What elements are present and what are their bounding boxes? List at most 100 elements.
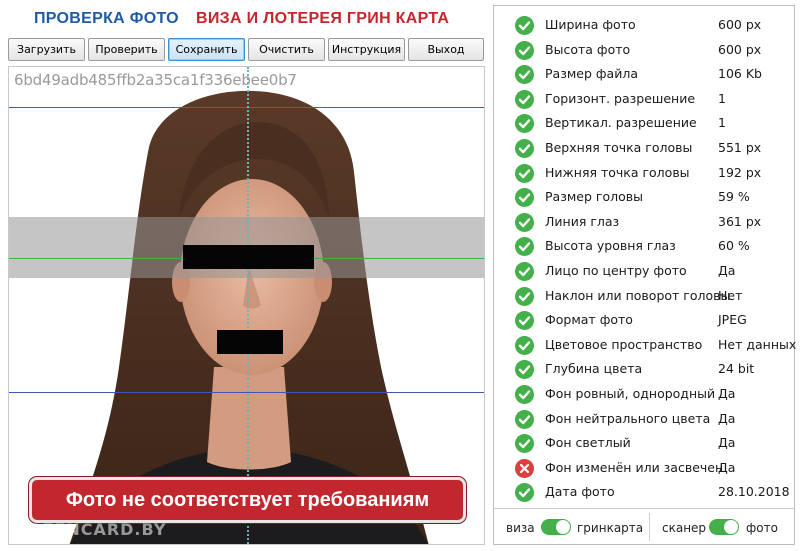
result-row: Фон изменён или засвечен Да — [494, 456, 794, 481]
result-row: Горизонт. разрешение 1 — [494, 87, 794, 112]
result-label: Наклон или поворот головы — [545, 287, 731, 303]
check-circle-icon — [515, 384, 534, 404]
result-row: Размер головы 59 % — [494, 185, 794, 210]
mode-toggle-bar: виза гринкарта сканер фото — [494, 508, 794, 544]
result-label: Фон нейтрального цвета — [545, 410, 711, 426]
check-button[interactable]: Проверить — [88, 38, 165, 61]
watermark: GREENCARD.BY — [15, 520, 167, 539]
result-label: Линия глаз — [545, 213, 620, 229]
result-value: Да — [718, 262, 736, 278]
switch-knob — [724, 520, 738, 534]
result-row: Ширина фото 600 px — [494, 13, 794, 38]
center-line — [247, 67, 249, 544]
result-row: Высота уровня глаз 60 % — [494, 234, 794, 259]
result-row: Наклон или поворот головы Нет — [494, 284, 794, 309]
clear-button[interactable]: Очистить — [248, 38, 325, 61]
result-value: 59 % — [718, 189, 750, 205]
result-row: Лицо по центру фото Да — [494, 259, 794, 284]
result-label: Высота фото — [545, 41, 631, 57]
photo-hash: 6bd49adb485ffb2a35ca1f336ebee0b7 — [14, 71, 297, 89]
toggle-divider — [649, 513, 650, 541]
result-value: 60 % — [718, 238, 750, 254]
result-value: 551 px — [718, 139, 762, 155]
toggle-scanner-label: сканер — [662, 521, 707, 535]
check-circle-icon — [515, 89, 534, 109]
check-circle-icon — [515, 483, 534, 503]
result-value: Нет данных — [718, 336, 797, 352]
result-value: 361 px — [718, 213, 762, 229]
result-label: Высота уровня глаз — [545, 238, 676, 254]
check-circle-icon — [515, 65, 534, 85]
result-value: Да — [718, 410, 736, 426]
results-panel: Ширина фото 600 px Высота фото 600 px Размер… — [493, 5, 797, 545]
result-label: Горизонт. разрешение — [545, 90, 696, 106]
result-row: Цветовое пространство Нет данных — [494, 333, 797, 358]
instructions-button[interactable]: Инструкция — [328, 38, 405, 61]
result-row: Размер файла 106 Kb — [494, 62, 794, 87]
result-value: Нет — [718, 287, 743, 303]
visa-greencard-switch[interactable] — [541, 519, 571, 535]
app-header: ПРОВЕРКА ФОТО ВИЗА И ЛОТЕРЕЯ ГРИН КАРТА — [0, 0, 490, 36]
check-circle-icon — [515, 188, 534, 208]
check-circle-icon — [515, 286, 534, 306]
result-label: Верхняя точка головы — [545, 139, 693, 155]
result-label: Глубина цвета — [545, 361, 643, 377]
result-value: 600 px — [718, 17, 762, 32]
check-circle-icon — [515, 261, 534, 281]
toggle-photo-label: фото — [746, 521, 778, 535]
toggle-greencard-label: гринкарта — [577, 521, 644, 535]
result-value: 1 — [718, 115, 726, 131]
load-button[interactable]: Загрузить — [8, 38, 85, 61]
result-value: 192 px — [718, 164, 762, 180]
result-row: Линия глаз 361 px — [494, 210, 794, 235]
result-row: Фон светлый Да — [494, 431, 794, 456]
mouth-censor-bar — [217, 330, 283, 354]
result-row: Вертикал. разрешение 1 — [494, 111, 794, 136]
scanner-photo-switch[interactable] — [709, 519, 739, 535]
check-circle-icon — [515, 163, 534, 183]
switch-knob — [556, 520, 570, 534]
app-title-visa-lottery: ВИЗА И ЛОТЕРЕЯ ГРИН КАРТА — [196, 10, 450, 27]
result-value: 28.10.2018 — [718, 484, 790, 500]
check-circle-icon — [515, 114, 534, 134]
result-label: Лицо по центру фото — [545, 262, 687, 278]
result-value: 24 bit — [718, 361, 755, 377]
result-row: Формат фото JPEG — [494, 308, 794, 333]
result-label: Вертикал. разрешение — [545, 115, 697, 131]
result-value: 106 Kb — [718, 66, 762, 82]
result-label: Размер файла — [545, 66, 638, 82]
exit-button[interactable]: Выход — [408, 38, 484, 61]
result-row: Фон нейтрального цвета Да — [494, 407, 794, 432]
error-circle-icon — [515, 458, 534, 478]
results-list: Ширина фото 600 px Высота фото 600 px Размер… — [494, 13, 797, 505]
result-row: Верхняя точка головы 551 px — [494, 136, 794, 161]
check-circle-icon — [515, 138, 534, 158]
result-label: Фон изменён или засвечен — [545, 459, 724, 475]
result-row: Дата фото 28.10.2018 — [494, 480, 794, 505]
result-label: Дата фото — [545, 484, 615, 500]
result-value: JPEG — [718, 312, 747, 328]
result-value: 600 px — [718, 41, 762, 57]
check-circle-icon — [515, 409, 534, 429]
result-row: Высота фото 600 px — [494, 38, 794, 63]
result-row: Фон ровный, однородный Да — [494, 382, 794, 407]
check-circle-icon — [515, 311, 534, 331]
toggle-visa-label: виза — [506, 521, 535, 535]
result-label: Формат фото — [545, 312, 633, 328]
check-circle-icon — [515, 335, 534, 355]
result-banner: Фото не соответствует требованиям — [29, 477, 466, 523]
result-label: Ширина фото — [545, 17, 636, 32]
result-value: Да — [718, 385, 736, 401]
check-circle-icon — [515, 434, 534, 454]
save-button[interactable]: Сохранить — [168, 38, 245, 61]
result-label: Нижняя точка головы — [545, 164, 690, 180]
result-label: Цветовое пространство — [545, 336, 703, 352]
check-circle-icon — [515, 40, 534, 60]
check-circle-icon — [515, 16, 534, 35]
check-circle-icon — [515, 360, 534, 380]
result-value: 1 — [718, 90, 726, 106]
result-row: Нижняя точка головы 192 px — [494, 161, 794, 186]
photo-preview: 6bd49adb485ffb2a35ca1f336ebee0b7 Фото не… — [8, 66, 485, 545]
app-title-check-photo: ПРОВЕРКА ФОТО — [34, 10, 179, 27]
check-circle-icon — [515, 212, 534, 232]
